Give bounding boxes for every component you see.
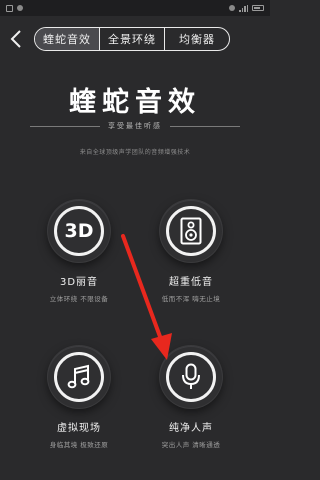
sim-icon xyxy=(6,4,13,12)
effect-pure-vocal-circle xyxy=(160,346,222,408)
battery-icon xyxy=(252,5,264,11)
top-bar: 蝰蛇音效 全景环绕 均衡器 xyxy=(0,20,270,58)
effect-virtual-live-name: 虚拟现场 xyxy=(57,423,101,434)
effect-virtual-live[interactable]: 虚拟现场 身临其境 极致还原 xyxy=(24,346,134,449)
tab-equalizer[interactable]: 均衡器 xyxy=(164,28,229,50)
effect-bass-name: 超重低音 xyxy=(169,277,213,288)
effect-virtual-live-sub: 身临其境 极致还原 xyxy=(49,441,109,449)
tab-surround[interactable]: 全景环绕 xyxy=(99,28,164,50)
effect-3d-sub: 立体环绕 不限设备 xyxy=(49,295,109,303)
status-bar xyxy=(0,0,270,16)
back-button[interactable] xyxy=(6,28,26,50)
divider-left xyxy=(30,125,100,127)
subtitle: 享受最佳听感 xyxy=(108,122,162,130)
description: 来自全球顶级声学团队的音频增强技术 xyxy=(79,149,191,156)
effect-pure-vocal[interactable]: 纯净人声 突出人声 清晰通透 xyxy=(136,346,246,449)
signal-icon xyxy=(239,4,248,12)
effect-pure-vocal-sub: 突出人声 清晰通透 xyxy=(161,441,221,449)
speaker-icon xyxy=(180,217,202,245)
effect-bass-sub: 低而不浑 嗨无止境 xyxy=(161,295,221,303)
microphone-icon xyxy=(182,363,200,389)
page-title: 蝰蛇音效 xyxy=(69,87,201,118)
effect-bass[interactable]: 超重低音 低而不浑 嗨无止境 xyxy=(136,200,246,303)
location-icon xyxy=(17,5,23,11)
tab-viper-effect[interactable]: 蝰蛇音效 xyxy=(35,28,99,50)
effect-3d-name: 3D丽音 xyxy=(59,277,99,288)
music-note-icon xyxy=(67,364,90,389)
effect-tabs: 蝰蛇音效 全景环绕 均衡器 xyxy=(34,27,230,51)
effect-3d-circle: 3D xyxy=(48,200,110,262)
wifi-icon xyxy=(229,5,235,11)
chevron-left-icon xyxy=(10,30,21,48)
effect-bass-circle xyxy=(160,200,222,262)
effect-pure-vocal-name: 纯净人声 xyxy=(169,423,213,434)
divider-right xyxy=(170,125,240,127)
subtitle-row: 享受最佳听感 xyxy=(30,121,240,131)
3d-icon: 3D xyxy=(64,220,94,242)
effect-3d[interactable]: 3D 3D丽音 立体环绕 不限设备 xyxy=(24,200,134,303)
effect-virtual-live-circle xyxy=(48,346,110,408)
